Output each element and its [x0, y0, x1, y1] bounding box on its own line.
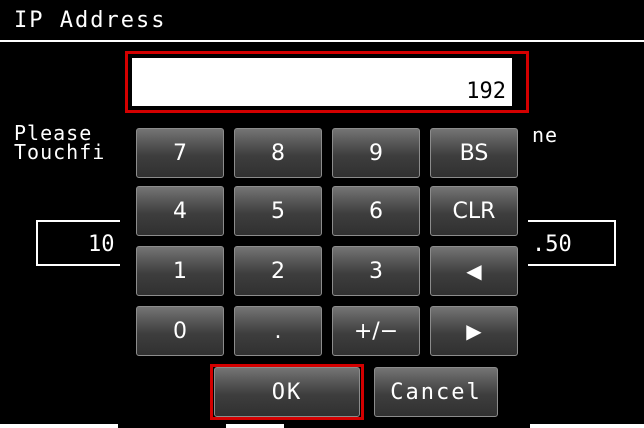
ip-octet-left-value: 10 — [88, 232, 115, 257]
ip-octet-right-value: .50 — [532, 232, 572, 257]
key-1[interactable]: 1 — [136, 246, 224, 296]
cancel-button[interactable]: Cancel — [374, 367, 498, 417]
text-cursor — [516, 62, 518, 108]
key-3[interactable]: 3 — [332, 246, 420, 296]
key-7[interactable]: 7 — [136, 128, 224, 178]
ip-entry-field[interactable]: 192 — [132, 58, 512, 106]
left-arrow-icon: ◀ — [466, 259, 482, 283]
key-0[interactable]: 0 — [136, 306, 224, 356]
ip-octet-field-right: .50 — [526, 220, 616, 266]
underlying-ui-edge-middle — [226, 424, 284, 428]
instruction-text-line2: Touchfi — [14, 140, 106, 164]
decimal-point-key[interactable]: . — [234, 306, 322, 356]
right-arrow-key[interactable]: ▶ — [430, 306, 518, 356]
key-5[interactable]: 5 — [234, 186, 322, 236]
key-2[interactable]: 2 — [234, 246, 322, 296]
key-4[interactable]: 4 — [136, 186, 224, 236]
sign-toggle-key[interactable]: +/− — [332, 306, 420, 356]
key-8[interactable]: 8 — [234, 128, 322, 178]
ip-octet-field-left: 10 — [36, 220, 126, 266]
page-title: IP Address — [14, 8, 167, 33]
key-9[interactable]: 9 — [332, 128, 420, 178]
underlying-ui-edge-left — [0, 424, 118, 428]
ip-entry-value: 192 — [466, 79, 506, 104]
left-arrow-key[interactable]: ◀ — [430, 246, 518, 296]
title-divider — [0, 40, 644, 42]
instruction-text-right: ne — [532, 123, 559, 147]
underlying-ui-edge-right — [530, 424, 644, 428]
right-arrow-icon: ▶ — [466, 319, 482, 343]
numeric-keypad: 7 8 9 BS 4 5 6 CLR 1 2 3 ◀ 0 . +/− ▶ — [120, 118, 528, 362]
key-6[interactable]: 6 — [332, 186, 420, 236]
backspace-key[interactable]: BS — [430, 128, 518, 178]
ip-entry-field-highlight: 192 — [125, 51, 529, 113]
ok-button[interactable]: OK — [214, 367, 360, 417]
clear-key[interactable]: CLR — [430, 186, 518, 236]
